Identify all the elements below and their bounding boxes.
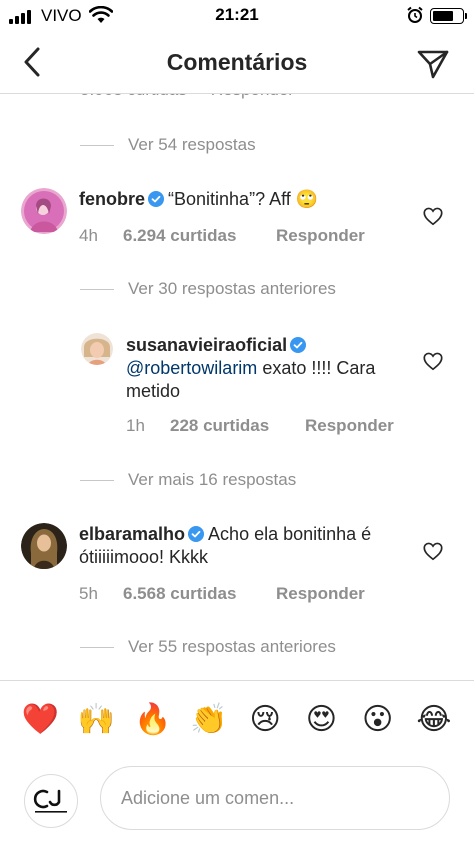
like-heart-icon[interactable] <box>422 205 444 227</box>
clapping-hands-emoji-button[interactable]: 👏 <box>187 698 231 742</box>
comment-likes[interactable]: 6.294 curtidas <box>123 226 276 246</box>
verified-badge-icon <box>148 191 165 207</box>
chevron-left-icon <box>24 47 40 77</box>
status-bar: VIVO 21:21 <box>0 0 474 32</box>
comment-username[interactable]: susanavieiraoficial <box>126 335 287 355</box>
avatar[interactable] <box>21 188 67 234</box>
surprised-face-emoji-button[interactable]: 😮 <box>356 698 400 742</box>
share-button[interactable] <box>412 44 454 84</box>
view-more-replies-link[interactable]: Ver mais 16 respostas <box>80 468 296 492</box>
heart-eyes-emoji-button[interactable]: 😍 <box>299 698 343 742</box>
comment-time: 1h <box>126 416 145 435</box>
alarm-icon <box>406 6 424 29</box>
view-replies-link[interactable]: Ver 54 respostas <box>80 133 256 157</box>
direct-send-icon <box>417 50 449 79</box>
comment-text: elbaramalho Acho ela bonitinha é ótiiiiim… <box>79 523 399 569</box>
comment-likes[interactable]: 228 curtidas <box>170 416 305 436</box>
comment-body: “Bonitinha”? Aff 🙄 <box>168 189 319 209</box>
quick-reactions-bar: ❤️ 🙌 🔥 👏 😢 😍 😮 😂 <box>0 680 474 758</box>
view-replies-label: Ver mais 16 respostas <box>128 470 297 489</box>
fire-emoji-button[interactable]: 🔥 <box>131 698 175 742</box>
comment-composer <box>0 762 474 841</box>
like-heart-icon[interactable] <box>422 350 444 372</box>
tears-of-joy-emoji-button[interactable]: 😂 <box>412 698 456 742</box>
reply-text: susanavieiraoficial @robertowilarim exato… <box>126 334 406 403</box>
page-title: Comentários <box>166 49 308 75</box>
reply-button[interactable]: Responder <box>276 226 365 246</box>
divider-line <box>80 646 114 648</box>
battery-icon <box>430 8 467 24</box>
avatar[interactable] <box>81 333 113 365</box>
reply-button[interactable]: Responder <box>305 416 394 436</box>
verified-badge-icon <box>290 337 307 353</box>
view-replies-label: Ver 30 respostas anteriores <box>128 279 336 298</box>
comment-text: fenobre “Bonitinha”? Aff 🙄 <box>79 188 399 211</box>
comment-likes[interactable]: 6.568 curtidas <box>123 584 276 604</box>
back-button[interactable] <box>14 42 50 82</box>
current-user-avatar <box>24 774 78 828</box>
cj-logo <box>33 789 67 813</box>
clock: 21:21 <box>215 5 259 24</box>
crying-face-emoji-button[interactable]: 😢 <box>243 698 287 742</box>
raising-hands-emoji-button[interactable]: 🙌 <box>74 698 118 742</box>
view-previous-replies-link[interactable]: Ver 30 respostas anteriores <box>80 277 336 301</box>
comment-meta: 4h 6.294 curtidas Responder <box>79 226 365 246</box>
mention-link[interactable]: @robertowilarim <box>126 358 257 378</box>
reply-button[interactable]: Responder <box>276 584 365 604</box>
comment-username[interactable]: fenobre <box>79 189 145 209</box>
divider-line <box>80 479 114 481</box>
comment-username[interactable]: elbaramalho <box>79 524 185 544</box>
comment-input[interactable] <box>100 766 450 830</box>
comment-meta: 5h 6.568 curtidas Responder <box>79 584 365 604</box>
like-heart-icon[interactable] <box>422 540 444 562</box>
divider-line <box>80 144 114 146</box>
divider-line <box>80 288 114 290</box>
header: Comentários <box>0 32 474 94</box>
avatar[interactable] <box>21 523 67 569</box>
comment-time: 4h <box>79 226 98 245</box>
comment-time: 5h <box>79 584 98 603</box>
verified-badge-icon <box>188 526 205 542</box>
view-previous-replies-link[interactable]: Ver 55 respostas anteriores <box>80 635 336 659</box>
red-heart-emoji-button[interactable]: ❤️ <box>18 698 62 742</box>
view-replies-label: Ver 55 respostas anteriores <box>128 637 336 656</box>
reply-meta: 1h 228 curtidas Responder <box>126 416 394 436</box>
view-replies-label: Ver 54 respostas <box>128 135 256 154</box>
